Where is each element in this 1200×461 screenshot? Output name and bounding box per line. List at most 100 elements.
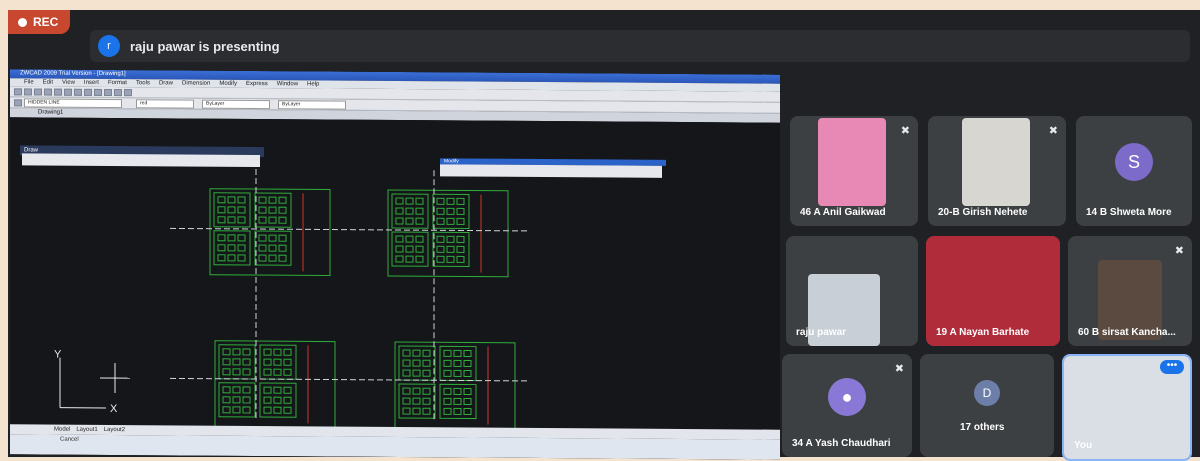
seat-mark <box>454 370 461 376</box>
cut-icon[interactable] <box>54 88 62 95</box>
seat-mark <box>403 398 410 404</box>
seat-mark <box>416 256 423 262</box>
menu-file[interactable]: File <box>24 78 34 86</box>
seat-mark <box>464 408 471 414</box>
seat-mark <box>444 360 451 366</box>
seat-mark <box>269 197 276 203</box>
seat-mark <box>416 246 423 252</box>
seat-mark <box>423 408 430 414</box>
seat-mark <box>464 398 471 404</box>
seat-mark <box>279 235 286 241</box>
seat-mark <box>457 246 464 252</box>
seat-mark <box>233 407 240 413</box>
participant-name: 46 A Anil Gaikwad <box>800 207 886 218</box>
menu-window[interactable]: Window <box>277 80 298 88</box>
seat-mark <box>243 369 250 375</box>
menu-insert[interactable]: Insert <box>84 79 99 87</box>
mic-off-icon: ✖ <box>1049 124 1058 137</box>
others-tile[interactable]: D 17 others <box>920 354 1054 457</box>
seat-mark <box>437 246 444 252</box>
tab-model[interactable]: Model <box>54 425 70 435</box>
participant-tile[interactable]: 19 A Nayan Barhate <box>926 236 1060 346</box>
seat-mark <box>437 256 444 262</box>
draw-toolbar[interactable] <box>22 153 260 167</box>
menu-modify[interactable]: Modify <box>219 80 237 88</box>
save-icon[interactable] <box>34 88 42 95</box>
seat-mark <box>396 246 403 252</box>
video-feed <box>962 118 1030 206</box>
menu-format[interactable]: Format <box>108 79 127 87</box>
seat-mark <box>413 350 420 356</box>
zoom-icon[interactable] <box>114 89 122 96</box>
pan-icon[interactable] <box>104 88 112 95</box>
seat-mark <box>233 349 240 355</box>
seat-mark <box>223 369 230 375</box>
seat-mark <box>444 398 451 404</box>
seat-mark <box>396 236 403 242</box>
menu-help[interactable]: Help <box>307 80 319 88</box>
participant-tile[interactable]: ● ✖ 34 A Yash Chaudhari <box>782 354 912 457</box>
participant-name: You <box>1074 440 1092 451</box>
participant-tile[interactable]: ✖ 46 A Anil Gaikwad <box>790 116 918 226</box>
menu-edit[interactable]: Edit <box>43 79 53 87</box>
redo-icon[interactable] <box>94 88 102 95</box>
menu-dimension[interactable]: Dimension <box>182 80 210 88</box>
properties-icon[interactable] <box>124 89 132 96</box>
seat-mark <box>218 255 225 261</box>
seat-mark <box>223 397 230 403</box>
seat-mark <box>464 370 471 376</box>
copy-icon[interactable] <box>64 88 72 95</box>
seat-mark <box>464 350 471 356</box>
seat-mark <box>274 397 281 403</box>
seat-mark <box>279 245 286 251</box>
paste-icon[interactable] <box>74 88 82 95</box>
participant-tile[interactable]: S 14 B Shweta More <box>1076 116 1192 226</box>
seat-mark <box>284 407 291 413</box>
modify-toolbar[interactable] <box>440 164 662 178</box>
self-tile[interactable]: ••• You <box>1062 354 1192 461</box>
menu-express[interactable]: Express <box>246 80 268 88</box>
more-options-icon[interactable]: ••• <box>1160 360 1184 374</box>
seat-mark <box>233 397 240 403</box>
seat-mark <box>447 256 454 262</box>
seat-mark <box>423 360 430 366</box>
tab-layout2[interactable]: Layout2 <box>104 425 125 435</box>
axis-x-label: X <box>110 403 118 415</box>
layer-manager-icon[interactable] <box>14 99 22 106</box>
seat-mark <box>264 359 271 365</box>
lineweight-select[interactable]: ByLayer <box>278 100 346 109</box>
seat-mark <box>218 207 225 213</box>
seat-mark <box>423 398 430 404</box>
seat-mark <box>284 349 291 355</box>
seat-mark <box>223 349 230 355</box>
participant-tile[interactable]: ✖ 20-B Girish Nehete <box>928 116 1066 226</box>
print-icon[interactable] <box>44 88 52 95</box>
seat-mark <box>444 370 451 376</box>
seat-mark <box>228 245 235 251</box>
others-avatar: D <box>974 380 1000 406</box>
seat-mark <box>284 359 291 365</box>
seat-mark <box>274 369 281 375</box>
layer-select[interactable]: HIDDEN LINE <box>24 98 122 108</box>
participant-tile[interactable]: raju pawar <box>786 236 918 346</box>
menu-view[interactable]: View <box>62 79 75 87</box>
open-icon[interactable] <box>24 88 32 95</box>
new-icon[interactable] <box>14 88 22 95</box>
participant-tile[interactable]: ✖ 60 B sirsat Kancha... <box>1068 236 1192 346</box>
seat-mark <box>444 350 451 356</box>
seat-mark <box>238 235 245 241</box>
seat-mark <box>413 370 420 376</box>
participant-name: 20-B Girish Nehete <box>938 207 1027 218</box>
linetype-select[interactable]: ByLayer <box>202 99 270 108</box>
seat-mark <box>259 207 266 213</box>
menu-draw[interactable]: Draw <box>159 79 173 87</box>
seat-mark <box>447 198 454 204</box>
undo-icon[interactable] <box>84 88 92 95</box>
seat-mark <box>454 398 461 404</box>
seat-mark <box>279 197 286 203</box>
menu-tools[interactable]: Tools <box>136 79 150 87</box>
tab-layout1[interactable]: Layout1 <box>76 425 97 435</box>
presenting-bar: r raju pawar is presenting <box>90 30 1190 62</box>
color-select[interactable]: red <box>136 99 194 108</box>
video-feed <box>818 118 886 206</box>
